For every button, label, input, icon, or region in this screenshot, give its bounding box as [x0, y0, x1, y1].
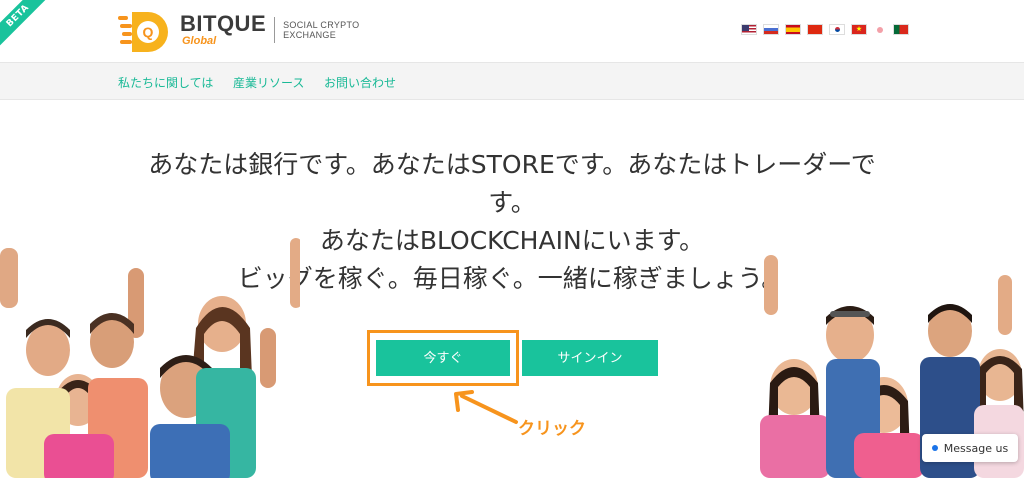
messenger-icon [931, 445, 938, 451]
language-selector: ★ [741, 24, 909, 35]
flag-ru-icon[interactable] [763, 24, 779, 35]
nav-item-contact[interactable]: お問い合わせ [324, 74, 396, 91]
flag-kr-icon[interactable] [829, 24, 845, 35]
brand-tagline: SOCIAL CRYPTO EXCHANGE [283, 20, 360, 40]
nav-item-resources[interactable]: 産業リソース [233, 74, 304, 91]
flag-us-icon[interactable] [741, 24, 757, 35]
logo-icon: Q [118, 8, 172, 52]
flag-vn-icon[interactable]: ★ [851, 24, 867, 35]
sign-in-button[interactable]: サインイン [522, 340, 658, 376]
nav-item-about[interactable]: 私たちに関しては [118, 74, 213, 91]
message-us-label: Message us [943, 441, 1009, 455]
site-header: BETA Q BITQUE Global SOCIAL CRYPTO EXCHA… [0, 0, 1024, 62]
main-nav: 私たちに関しては 産業リソース お問い合わせ [0, 62, 1024, 100]
click-annotation: クリック [518, 419, 586, 439]
flag-es-icon[interactable] [785, 24, 801, 35]
logo-divider [274, 17, 276, 43]
svg-text:Q: Q [143, 24, 154, 40]
arrow-icon [452, 388, 522, 428]
brand-sub: Global [182, 35, 217, 47]
people-image-left [0, 238, 302, 478]
start-now-button[interactable]: 今すぐ [376, 340, 510, 376]
site-logo[interactable]: Q BITQUE Global SOCIAL CRYPTO EXCHANGE [118, 8, 363, 52]
flag-cn-icon[interactable] [807, 24, 823, 35]
beta-ribbon: BETA [0, 0, 52, 50]
brand-name: BITQUE [180, 11, 267, 36]
headline-line: す。 [488, 188, 536, 217]
message-us-button[interactable]: Message us [922, 434, 1018, 462]
headline-line: あなたは銀行です。あなたはSTOREです。あなたはトレーダーで [148, 150, 876, 179]
flag-jp-icon[interactable] [877, 26, 883, 33]
flag-pt-icon[interactable] [893, 24, 909, 35]
